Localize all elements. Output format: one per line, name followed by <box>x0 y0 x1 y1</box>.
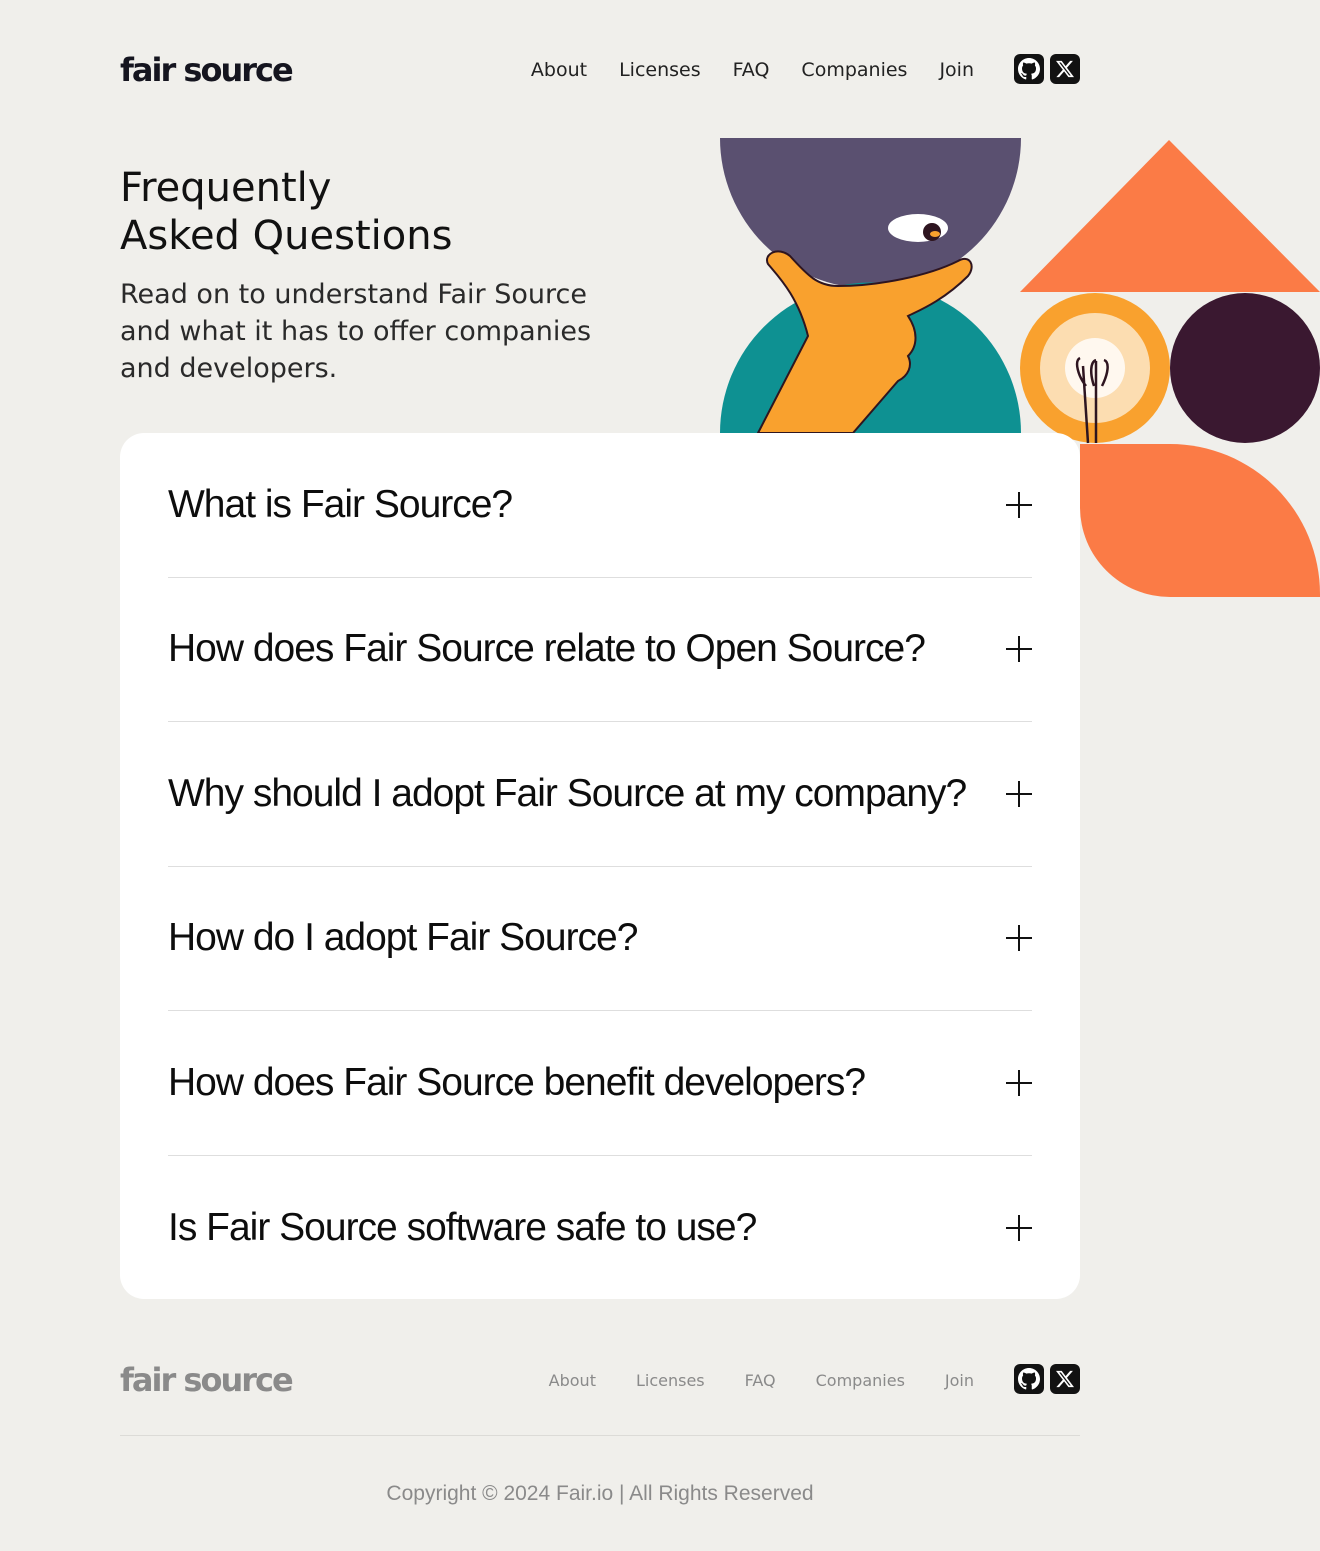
faq-question: What is Fair Source? <box>168 482 513 526</box>
main-nav: About Licenses FAQ Companies Join <box>531 50 974 90</box>
faq-item[interactable]: How does Fair Source benefit developers? <box>168 1011 1032 1156</box>
faq-question: Why should I adopt Fair Source at my com… <box>168 771 967 815</box>
footer-nav: About Licenses FAQ Companies Join <box>549 1360 974 1400</box>
plus-icon[interactable] <box>1006 780 1032 807</box>
plus-icon[interactable] <box>1006 491 1032 518</box>
faq-item[interactable]: What is Fair Source? <box>168 433 1032 578</box>
faq-question: How does Fair Source benefit developers? <box>168 1060 866 1104</box>
nav-companies[interactable]: Companies <box>801 59 907 81</box>
github-icon[interactable] <box>1014 1364 1044 1394</box>
faq-list: What is Fair Source? How does Fair Sourc… <box>120 433 1080 1299</box>
faq-question: How do I adopt Fair Source? <box>168 916 638 960</box>
footer-nav-licenses[interactable]: Licenses <box>636 1371 705 1390</box>
site-footer: fair source About Licenses FAQ Companies… <box>120 1360 1080 1400</box>
x-icon[interactable] <box>1050 1364 1080 1394</box>
dark-circle <box>1170 293 1320 443</box>
plus-icon[interactable] <box>1006 636 1032 663</box>
faq-item[interactable]: Why should I adopt Fair Source at my com… <box>168 722 1032 867</box>
site-header: fair source About Licenses FAQ Companies… <box>120 50 1080 90</box>
x-icon[interactable] <box>1050 54 1080 84</box>
faq-item[interactable]: How do I adopt Fair Source? <box>168 867 1032 1011</box>
plus-icon[interactable] <box>1006 925 1032 952</box>
footer-nav-faq[interactable]: FAQ <box>745 1371 776 1390</box>
nav-about[interactable]: About <box>531 59 587 81</box>
nav-join[interactable]: Join <box>939 59 974 81</box>
faq-question: Is Fair Source software safe to use? <box>168 1205 757 1249</box>
github-icon[interactable] <box>1014 54 1044 84</box>
logo[interactable]: fair source <box>120 50 294 90</box>
orange-quarter <box>1080 444 1320 597</box>
nav-licenses[interactable]: Licenses <box>619 59 701 81</box>
title-line-1: Frequently <box>120 165 332 211</box>
footer-logo[interactable]: fair source <box>120 1360 294 1400</box>
footer-nav-join[interactable]: Join <box>945 1371 974 1390</box>
hero-subtitle: Read on to understand Fair Source and wh… <box>120 279 592 384</box>
plus-icon[interactable] <box>1006 1069 1032 1096</box>
faq-item[interactable]: How does Fair Source relate to Open Sour… <box>168 578 1032 722</box>
title-line-2: Asked Questions <box>120 213 453 259</box>
hero: Frequently Asked Questions Read on to un… <box>120 164 640 387</box>
faq-item[interactable]: Is Fair Source software safe to use? <box>168 1156 1032 1301</box>
faq-question: How does Fair Source relate to Open Sour… <box>168 627 926 671</box>
purple-semicircle <box>720 138 1021 289</box>
orange-triangle <box>1020 140 1320 292</box>
social-links <box>1014 54 1080 84</box>
footer-social-links <box>1014 1364 1080 1394</box>
footer-nav-about[interactable]: About <box>549 1371 596 1390</box>
footer-divider <box>120 1435 1080 1436</box>
page-title: Frequently Asked Questions <box>120 164 640 260</box>
copyright: Copyright © 2024 Fair.io | All Rights Re… <box>386 1482 814 1505</box>
footer-nav-companies[interactable]: Companies <box>816 1371 905 1390</box>
plus-icon[interactable] <box>1006 1214 1032 1241</box>
nav-faq[interactable]: FAQ <box>733 59 770 81</box>
